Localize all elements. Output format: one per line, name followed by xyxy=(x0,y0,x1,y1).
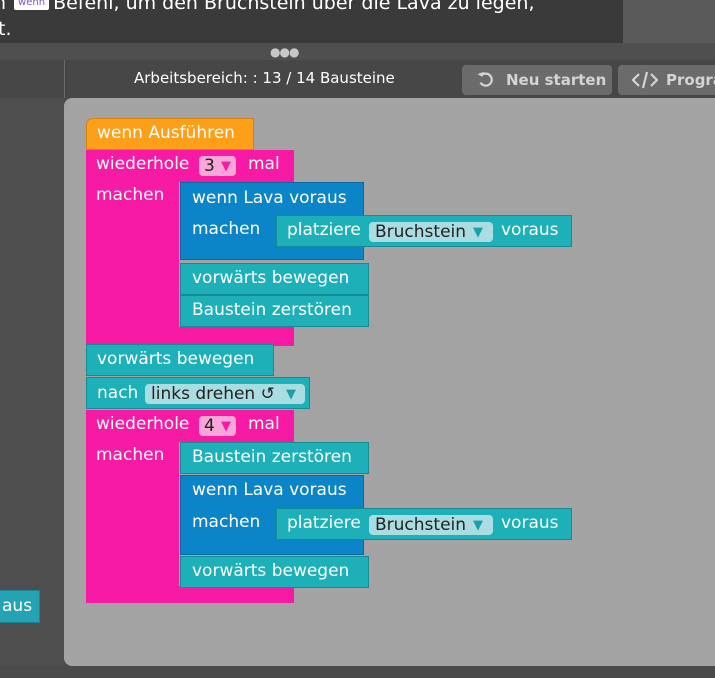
toolbox-block[interactable]: aus xyxy=(0,590,40,623)
move-3-label: vorwärts bewegen xyxy=(192,561,350,581)
reset-button[interactable]: Neu starten xyxy=(462,65,612,95)
repeat-1-prefix: wiederhole xyxy=(96,154,190,174)
move-forward-block-1[interactable]: vorwärts bewegen xyxy=(180,263,369,295)
repeat-1-count: 3 xyxy=(204,156,215,176)
blockly-workspace[interactable]: wenn Ausführen wiederhole 3 ▼ mal machen… xyxy=(64,98,715,666)
repeat-2-prefix: wiederhole xyxy=(96,414,190,434)
move-forward-block-2[interactable]: vorwärts bewegen xyxy=(86,344,274,376)
place-2-prefix: platziere xyxy=(287,513,361,533)
place-2-suffix: voraus xyxy=(501,513,559,533)
dropdown-arrow-icon: ▼ xyxy=(221,159,231,174)
place-block-1[interactable]: platziere Bruchstein ▼ voraus xyxy=(276,215,572,247)
instructions-panel: n wenn Befehl, um den Bruchstein über die … xyxy=(0,0,623,43)
destroy-block-1[interactable]: Baustein zerstören xyxy=(180,295,369,327)
repeat-1-do-label: machen xyxy=(96,185,165,205)
place-2-material: Bruchstein xyxy=(375,515,467,535)
repeat-2-suffix: mal xyxy=(248,414,280,434)
turn-block[interactable]: nach links drehen ↺ ▼ xyxy=(86,377,310,409)
bottom-bar xyxy=(0,666,715,678)
turn-prefix: nach xyxy=(97,383,139,403)
destroy-block-2[interactable]: Baustein zerstören xyxy=(180,442,369,474)
place-2-material-dropdown[interactable]: Bruchstein ▼ xyxy=(369,515,493,535)
workspace-header: Arbeitsbereich: : 13 / 14 Bausteine Neu … xyxy=(0,60,715,98)
reset-button-label: Neu starten xyxy=(506,71,607,89)
top-right-panel xyxy=(623,0,715,43)
place-1-material-dropdown[interactable]: Bruchstein ▼ xyxy=(369,222,493,242)
turn-direction: links drehen ↺ xyxy=(151,384,275,404)
if-2-label: wenn Lava voraus xyxy=(192,480,347,500)
if-1-label: wenn Lava voraus xyxy=(192,188,347,208)
repeat-2-do-label: machen xyxy=(96,445,165,465)
header-divider xyxy=(64,60,65,98)
instructions-prefix: n xyxy=(0,0,7,14)
dropdown-arrow-icon: ▼ xyxy=(473,518,483,533)
move-forward-block-3[interactable]: vorwärts bewegen xyxy=(180,556,369,588)
grip-dots-icon[interactable]: ●●● xyxy=(270,45,299,59)
repeat-2-count: 4 xyxy=(204,416,215,436)
when-run-label: wenn Ausführen xyxy=(97,123,235,143)
if-2-do-label: machen xyxy=(192,512,261,532)
move-2-label: vorwärts bewegen xyxy=(97,349,255,369)
show-code-label: Progra xyxy=(666,71,715,89)
turn-direction-dropdown[interactable]: links drehen ↺ ▼ xyxy=(145,384,305,404)
place-block-2[interactable]: platziere Bruchstein ▼ voraus xyxy=(276,508,572,540)
inline-keyword-badge: wenn xyxy=(14,0,50,10)
destroy-1-label: Baustein zerstören xyxy=(192,300,352,320)
place-1-material: Bruchstein xyxy=(375,222,467,242)
panel-resize-grip[interactable]: ●●● xyxy=(0,43,715,60)
dropdown-arrow-icon: ▼ xyxy=(286,387,296,402)
place-1-suffix: voraus xyxy=(501,220,559,240)
destroy-2-label: Baustein zerstören xyxy=(192,447,352,467)
dropdown-arrow-icon: ▼ xyxy=(473,225,483,240)
place-1-prefix: platziere xyxy=(287,220,361,240)
instructions-line-2: t. xyxy=(0,18,12,40)
show-code-button[interactable]: Progra xyxy=(618,65,715,95)
repeat-1-count-dropdown[interactable]: 3 ▼ xyxy=(199,156,236,176)
toolbox-flyout: aus xyxy=(0,98,64,666)
if-1-do-label: machen xyxy=(192,219,261,239)
when-run-block[interactable]: wenn Ausführen xyxy=(86,118,254,150)
repeat-2-count-dropdown[interactable]: 4 ▼ xyxy=(199,416,236,436)
repeat-1-suffix: mal xyxy=(248,154,280,174)
workspace-block-count: Arbeitsbereich: : 13 / 14 Bausteine xyxy=(134,69,395,87)
move-1-label: vorwärts bewegen xyxy=(192,268,350,288)
instructions-text: Befehl, um den Bruchstein über die Lava … xyxy=(53,0,535,14)
dropdown-arrow-icon: ▼ xyxy=(221,419,231,434)
instructions-line-1: n wenn Befehl, um den Bruchstein über die … xyxy=(0,0,534,16)
